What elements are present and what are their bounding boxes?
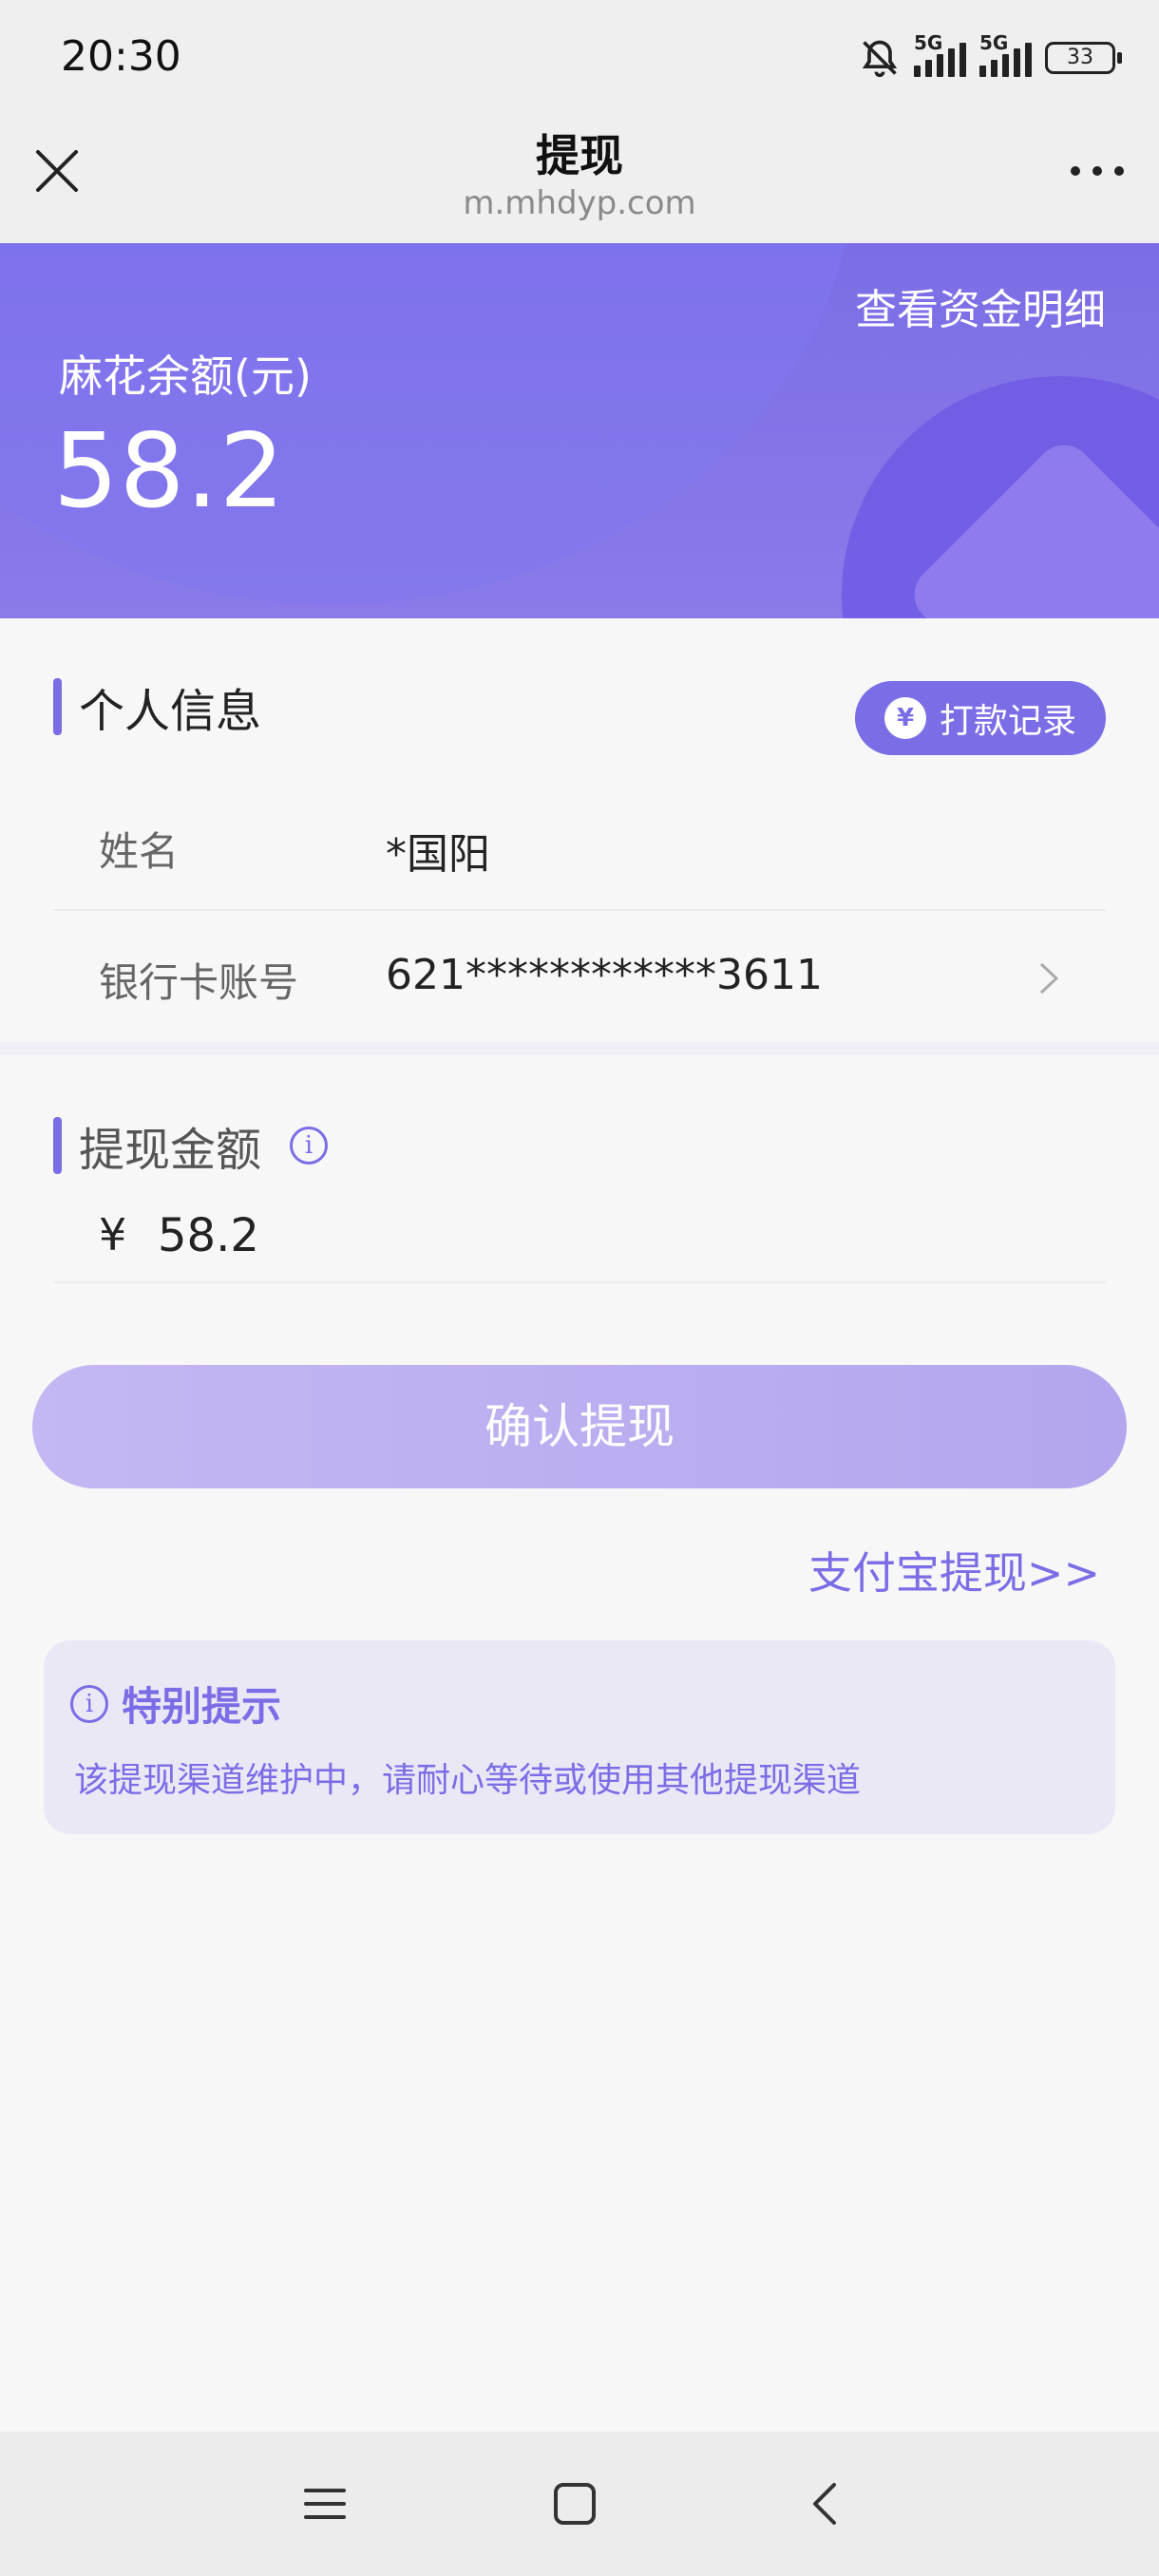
signal-icon: 5G bbox=[979, 31, 1032, 77]
status-bar: 20:30 5G 5G 33 bbox=[0, 0, 1159, 114]
notice-box: i 特别提示 该提现渠道维护中，请耐心等待或使用其他提现渠道 bbox=[44, 1640, 1115, 1834]
name-value: *国阳 bbox=[386, 830, 490, 879]
signal-bar bbox=[1014, 48, 1020, 77]
signal-bar bbox=[948, 48, 955, 77]
signal-bar bbox=[1002, 54, 1009, 77]
payment-record-label: 打款记录 bbox=[939, 702, 1076, 741]
section-title: 个人信息 bbox=[79, 685, 262, 738]
section-marker bbox=[53, 1117, 62, 1174]
info-icon[interactable]: i bbox=[290, 1127, 329, 1165]
mute-bell-icon bbox=[862, 40, 898, 78]
status-icons: 5G 5G 33 bbox=[859, 31, 1122, 82]
info-icon: i bbox=[70, 1684, 108, 1723]
balance-value: 58.2 bbox=[53, 412, 286, 531]
amount-field[interactable]: ¥ 58.2 bbox=[53, 1188, 1106, 1283]
signal-bar bbox=[960, 43, 966, 77]
network-type-2: 5G bbox=[979, 31, 1009, 54]
screen: 20:30 5G 5G 33 提现 m.mhdyp.com 查看资金明细 麻花余… bbox=[0, 0, 1159, 2576]
title-bar: 提现 m.mhdyp.com bbox=[0, 114, 1159, 243]
signal-bar bbox=[925, 60, 932, 77]
signal-bar bbox=[914, 66, 921, 77]
balance-banner: 查看资金明细 麻花余额(元) 58.2 bbox=[0, 243, 1159, 618]
section-header: 提现金额 i bbox=[53, 1112, 329, 1179]
section-marker bbox=[53, 678, 62, 735]
notice-header: i 特别提示 bbox=[70, 1675, 281, 1733]
signal-bar bbox=[937, 54, 943, 77]
name-label: 姓名 bbox=[99, 828, 180, 875]
withdraw-amount-section: 提现金额 i ¥ 58.2 bbox=[0, 1055, 1159, 1302]
menu-icon[interactable] bbox=[296, 2475, 353, 2532]
chevron-right-icon bbox=[1039, 962, 1059, 994]
battery-level: 33 bbox=[1067, 46, 1093, 69]
amount-value: 58.2 bbox=[158, 1209, 259, 1262]
fund-detail-link[interactable]: 查看资金明细 bbox=[855, 275, 1106, 336]
network-type-1: 5G bbox=[914, 31, 943, 54]
name-row: 姓名 *国阳 bbox=[53, 782, 1106, 911]
signal-icon: 5G bbox=[914, 31, 966, 77]
section-header: 个人信息 bbox=[53, 673, 261, 740]
bank-card-value: 621************3611 bbox=[386, 951, 823, 999]
back-icon[interactable] bbox=[798, 2475, 855, 2532]
signal-bar bbox=[991, 60, 998, 77]
more-button[interactable] bbox=[1064, 142, 1130, 199]
system-nav-bar bbox=[0, 2432, 1159, 2576]
battery-icon: 33 bbox=[1045, 42, 1122, 74]
bank-card-row[interactable]: 银行卡账号 621************3611 bbox=[53, 913, 1106, 1042]
status-time: 20:30 bbox=[61, 32, 181, 81]
notice-title: 特别提示 bbox=[122, 1683, 282, 1730]
confirm-withdraw-button[interactable]: 确认提现 bbox=[32, 1365, 1127, 1488]
yen-coin-icon: ¥ bbox=[884, 697, 926, 739]
page-domain: m.mhdyp.com bbox=[463, 184, 696, 222]
more-icon bbox=[1071, 166, 1124, 176]
notice-body: 该提现渠道维护中，请耐心等待或使用其他提现渠道 bbox=[74, 1761, 862, 1800]
page-title: 提现 bbox=[536, 130, 623, 181]
signal-bar bbox=[1025, 43, 1032, 77]
currency-symbol: ¥ bbox=[99, 1209, 127, 1260]
home-icon[interactable] bbox=[546, 2475, 603, 2532]
signal-bar bbox=[979, 66, 986, 77]
section-title: 提现金额 bbox=[79, 1124, 262, 1177]
personal-info-card: 个人信息 ¥ 打款记录 姓名 *国阳 银行卡账号 621************… bbox=[0, 618, 1159, 1042]
payment-record-button[interactable]: ¥ 打款记录 bbox=[855, 681, 1106, 755]
bank-card-label: 银行卡账号 bbox=[99, 959, 299, 1006]
balance-label: 麻花余额(元) bbox=[59, 350, 312, 402]
section-divider bbox=[0, 1042, 1159, 1055]
alipay-withdraw-link[interactable]: 支付宝提现>> bbox=[808, 1539, 1100, 1601]
